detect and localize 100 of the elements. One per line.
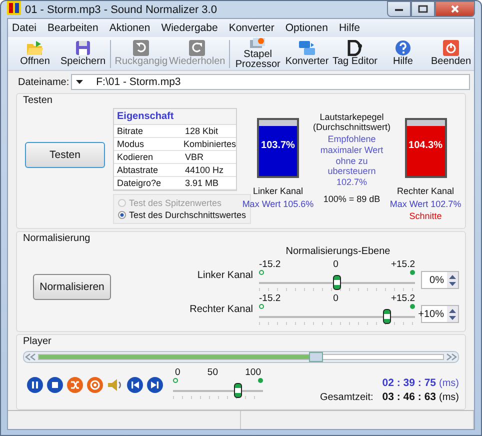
menu-item[interactable]: Hilfe [338,22,360,34]
toolbar-button[interactable]: Stapel Prozessor [234,36,282,70]
radio-option[interactable]: Test des Durchschnittswertes [118,210,246,220]
max-marker-icon [410,304,415,309]
repeat-button[interactable] [87,377,103,393]
table-cell: 128 Kbit [185,126,218,136]
max-value: Max Wert 105.6% [242,199,314,209]
filename-combobox[interactable]: F:\01 - Storm.mp3 [71,74,470,90]
max-marker-icon [410,270,415,275]
total-time-label: Gesamtzeit: [320,392,374,403]
next-button[interactable] [147,377,163,393]
test-button[interactable]: Testen [25,142,105,168]
up-arrow-icon [449,274,456,278]
toolbar-button[interactable]: Offnen [12,40,58,68]
table-cell: VBR [185,152,204,162]
scale-label: 100 [245,367,261,378]
clipping-warning: Schnitte [409,211,442,221]
menu-item[interactable]: Konverter [228,22,274,34]
meter-heading: Lautstarkepegel (Durchschnittswert) [313,112,391,132]
level-heading: Normalisierungs-Ebene [286,246,390,257]
min-marker-icon [173,378,178,383]
table-cell-text: Dateigro?e [117,178,162,188]
window-title: 01 - Storm.mp3 - Sound Normalizer 3.0 [25,4,217,16]
table-cell: 44100 Hz [185,165,224,175]
table-header: Eigenschaft [114,109,236,125]
table-cell-text: Modus [117,139,146,149]
scale-label: 0 [333,293,338,304]
time-unit: (ms) [439,378,459,389]
scale-label: 50 [207,367,218,378]
toolbar-button[interactable]: Beenden [428,40,474,68]
channel-label: Rechter Kanal [190,304,253,315]
minimize-icon [394,6,404,12]
help-icon [394,40,411,56]
elapsed-time: 02 : 39 : 75 [382,377,436,389]
shuffle-button[interactable] [67,377,83,393]
up-arrow-icon [449,308,456,312]
percent-spinbox[interactable]: 0% [421,271,459,289]
close-button[interactable] [435,1,475,17]
toolbar-button[interactable]: Konverter [284,40,330,68]
normalize-button[interactable]: Normalisieren [32,274,112,300]
max-marker-icon [258,378,263,383]
menu-item[interactable]: Datei [12,22,37,34]
scale-label: +15.2 [390,259,415,270]
recommendation-text: Empfohlene maximaler Wert ohne zu ubersteuern 102.7% [319,134,384,188]
down-arrow-icon [449,316,456,320]
scale-label: +15.2 [390,293,415,304]
app-logo-icon [7,1,21,18]
min-marker-icon [259,270,264,275]
maximize-button[interactable] [411,1,435,17]
group-title: Testen [23,95,52,106]
close-icon [450,5,460,13]
time-unit: (ms) [439,392,459,403]
convert-icon [298,40,316,56]
table-cell: 3.91 MB [185,178,219,188]
table-cell: Kombiniertes [183,139,236,149]
scale-label: -15.2 [259,293,281,304]
channel-label: Linker Kanal [252,186,304,196]
percent-spinbox[interactable]: +10% [421,305,459,323]
minimize-button[interactable] [387,1,411,17]
rewind-icon [24,353,38,361]
level-reading: 104.3% [408,140,444,151]
filename-label: Dateiname: [18,76,70,88]
stack-icon [248,36,267,48]
stop-button[interactable] [47,377,63,393]
slider-thumb[interactable] [333,275,341,290]
power-icon [442,40,459,56]
max-value: Max Wert 102.7% [390,199,462,209]
slider-thumb[interactable] [234,383,242,398]
menu-item[interactable]: Bearbeiten [48,22,98,34]
table-cell-text: Kodieren [117,152,154,162]
channel-label: Linker Kanal [197,270,253,281]
undo-icon [133,40,150,56]
toolbar-button[interactable]: Speichern [60,40,106,68]
scale-label: 0 [333,259,338,270]
table-cell-text: Abtastrate [117,165,160,175]
forward-icon [444,353,458,361]
menu-item[interactable]: Optionen [285,22,328,34]
maximize-icon [418,5,428,13]
level-reading: 103.7% [260,140,296,151]
menu-item[interactable]: Wiedergabe [161,22,218,34]
scale-label: 0 [175,367,180,378]
dropdown-icon [76,80,84,84]
scale-text: 100% = 89 dB [323,194,380,204]
tag-editor-icon [346,40,363,56]
down-arrow-icon [449,282,456,286]
slider-thumb[interactable] [382,309,391,324]
menu-item[interactable]: Aktionen [109,22,150,34]
toolbar-button[interactable]: Hilfe [380,40,426,68]
min-marker-icon [259,304,264,309]
pause-button[interactable] [27,377,43,393]
toolbar-button[interactable]: Tag Editor [332,40,378,68]
speaker-button[interactable] [107,377,123,393]
scale-label: -15.2 [259,259,281,270]
channel-label: Rechter Kanal [396,186,454,196]
total-time: 03 : 46 : 63 [382,391,436,403]
table-cell-text: Bitrate [117,126,144,136]
group-title: Player [23,336,52,347]
previous-button[interactable] [127,377,143,393]
folder-icon [26,40,44,56]
seek-thumb[interactable] [308,352,323,362]
